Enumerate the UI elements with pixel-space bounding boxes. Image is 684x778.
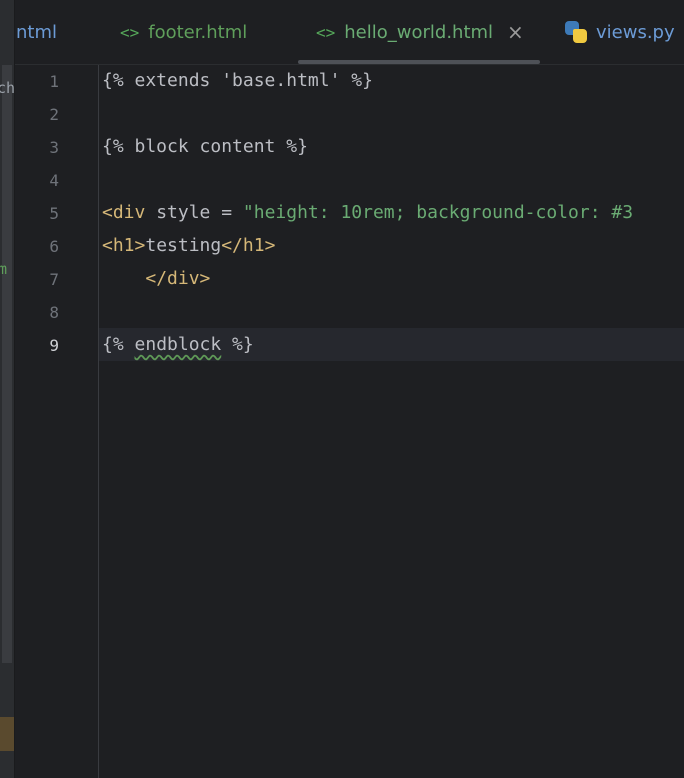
tab-label: ntml bbox=[16, 21, 58, 43]
line-number: 5 bbox=[49, 204, 59, 223]
project-panel-edge: ch m bbox=[0, 0, 15, 778]
tab-partial-html[interactable]: ntml bbox=[16, 0, 57, 64]
code-line[interactable] bbox=[99, 98, 684, 131]
project-tree-fragment: ch bbox=[0, 79, 15, 97]
code-token: %} bbox=[221, 334, 254, 355]
code-line[interactable]: {% extends 'base.html' %} bbox=[99, 65, 684, 98]
code-line[interactable]: {% block content %} bbox=[99, 131, 684, 164]
code-token: <div bbox=[102, 202, 146, 223]
tab-views-py[interactable]: views.py bbox=[565, 0, 675, 64]
code-line[interactable] bbox=[99, 296, 684, 329]
editor-tab-bar: ntml <> footer.html <> hello_world.html … bbox=[15, 0, 684, 65]
code-token: {% bbox=[102, 334, 135, 355]
code-token: <h1> bbox=[102, 235, 146, 256]
line-number: 1 bbox=[49, 72, 59, 91]
line-number: 8 bbox=[49, 303, 59, 322]
code-token: "height: 10rem; background-color: #3 bbox=[242, 202, 634, 223]
spelling-warning-token: endblock bbox=[134, 334, 222, 355]
close-tab-icon[interactable]: × bbox=[507, 20, 524, 44]
line-number: 6 bbox=[49, 237, 59, 256]
tab-label: hello_world.html bbox=[344, 21, 494, 43]
code-line-text: {% block content %} bbox=[102, 136, 308, 157]
line-number: 9 bbox=[49, 336, 59, 355]
code-editor[interactable]: {% extends 'base.html' %} {% block conten… bbox=[99, 65, 684, 778]
tab-footer-html[interactable]: <> footer.html bbox=[120, 0, 247, 64]
html-file-icon: <> bbox=[316, 22, 336, 42]
code-line-text: {% endblock %} bbox=[102, 334, 254, 355]
code-line[interactable]: </div> bbox=[99, 263, 684, 296]
code-token: </h1> bbox=[221, 235, 276, 256]
line-number: 2 bbox=[49, 105, 59, 124]
code-line-text: <h1>testing</h1> bbox=[102, 235, 275, 256]
code-token: </div> bbox=[145, 268, 211, 289]
line-number-gutter[interactable]: 1 2 3 4 5 6 7 8 9 bbox=[15, 65, 99, 778]
code-line[interactable]: <div style = "height: 10rem; background-… bbox=[99, 197, 684, 230]
code-token: testing bbox=[145, 235, 222, 256]
tab-hello-world-html[interactable]: <> hello_world.html × bbox=[298, 0, 540, 64]
code-token: style bbox=[145, 202, 211, 223]
code-token: {% block content %} bbox=[102, 136, 308, 157]
project-tree-fragment: m bbox=[0, 260, 7, 278]
code-token: = bbox=[210, 202, 243, 223]
line-number: 7 bbox=[49, 270, 59, 289]
code-line-text: <div style = "height: 10rem; background-… bbox=[102, 202, 633, 223]
code-line-text: {% extends 'base.html' %} bbox=[102, 70, 373, 91]
line-number: 3 bbox=[49, 138, 59, 157]
tab-label: footer.html bbox=[148, 21, 248, 43]
code-line[interactable]: <h1>testing</h1> bbox=[99, 230, 684, 263]
python-icon bbox=[565, 21, 587, 43]
html-file-icon: <> bbox=[120, 22, 140, 42]
code-line-text: </div> bbox=[102, 268, 210, 289]
code-line[interactable] bbox=[99, 164, 684, 197]
code-token: {% extends 'base.html' %} bbox=[102, 70, 373, 91]
line-number: 4 bbox=[49, 171, 59, 190]
tab-label: views.py bbox=[596, 21, 675, 43]
project-tree-selection bbox=[0, 717, 14, 751]
project-panel-scrollbar[interactable] bbox=[2, 65, 12, 663]
code-line[interactable]: {% endblock %} bbox=[99, 329, 684, 362]
